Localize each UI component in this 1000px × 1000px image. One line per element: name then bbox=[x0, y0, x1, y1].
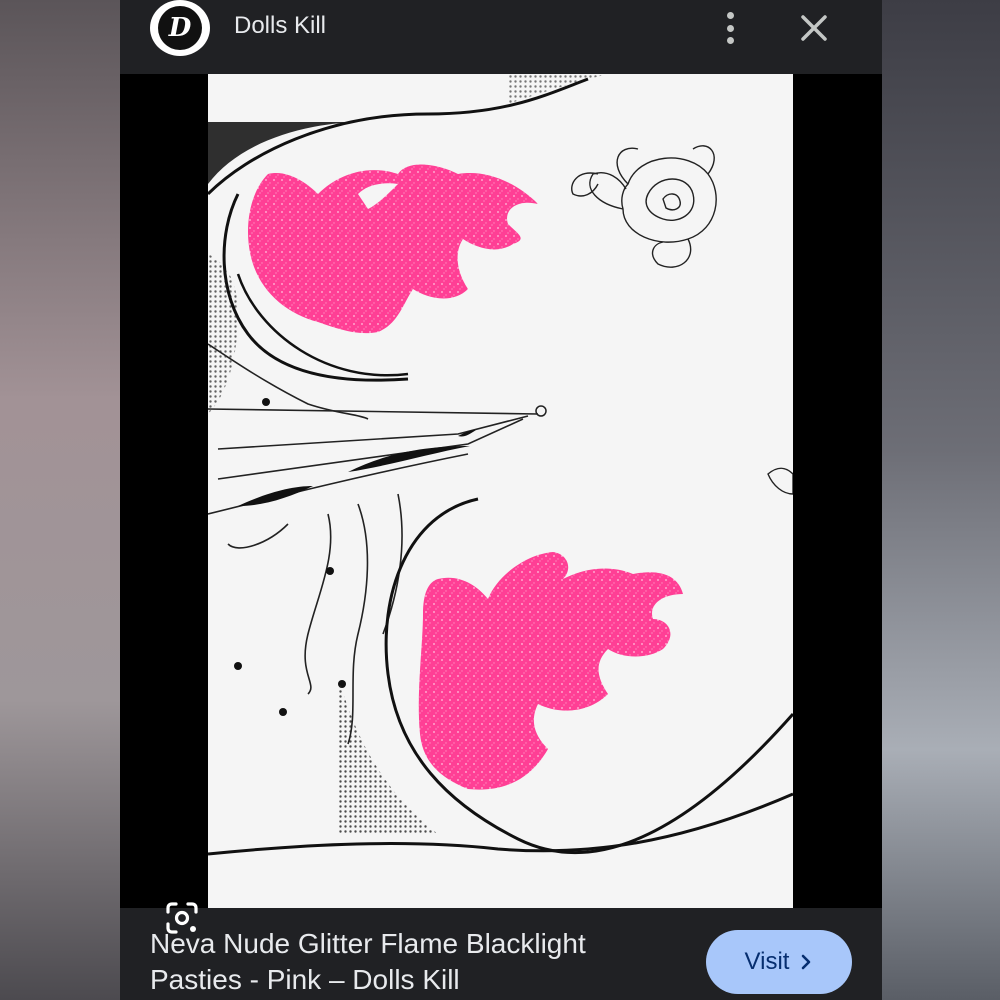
visit-button[interactable]: Visit bbox=[706, 930, 852, 994]
more-vert-icon[interactable] bbox=[716, 10, 744, 46]
caption-line-2: Pasties - Pink – Dolls Kill bbox=[150, 964, 460, 995]
product-illustration bbox=[208, 74, 793, 908]
site-logo-mark: D bbox=[158, 6, 202, 50]
image-viewer[interactable] bbox=[120, 74, 882, 934]
visit-button-label: Visit bbox=[744, 948, 790, 975]
image-caption[interactable]: Neva Nude Glitter Flame Blacklight Pasti… bbox=[150, 926, 670, 998]
preview-header: D Dolls Kill bbox=[120, 0, 882, 74]
background-blur-left bbox=[0, 0, 120, 1000]
image-preview-panel: D Dolls Kill Neva Nude Glitter Flame Bla… bbox=[120, 0, 882, 1000]
site-name[interactable]: Dolls Kill bbox=[234, 12, 326, 40]
site-logo[interactable]: D bbox=[150, 0, 210, 56]
close-icon[interactable] bbox=[794, 8, 834, 48]
product-image[interactable] bbox=[208, 74, 793, 908]
chevron-right-icon bbox=[802, 954, 811, 970]
background-blur-right bbox=[882, 0, 1000, 1000]
caption-line-1: Neva Nude Glitter Flame Blacklight bbox=[150, 928, 586, 959]
